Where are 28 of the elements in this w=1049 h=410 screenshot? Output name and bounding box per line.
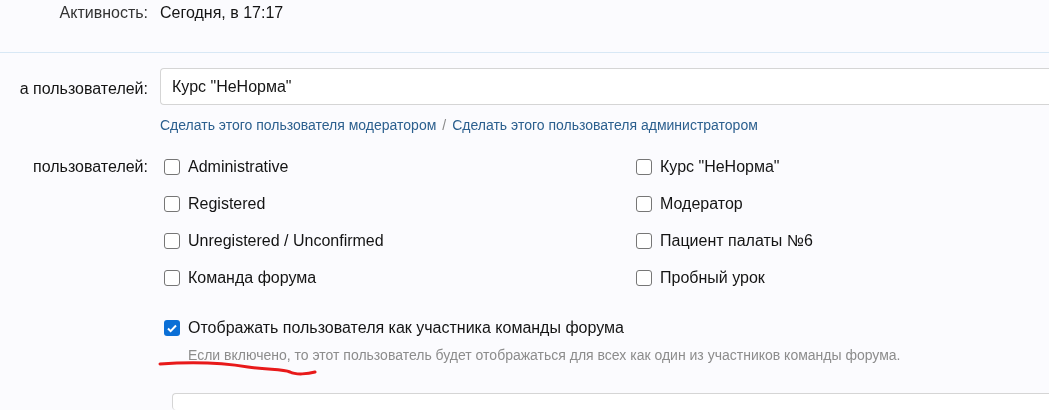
link[interactable]: Сделать этого пользователя модератором [160,115,437,136]
activity-value: Сегодня, в 17:17 [160,4,284,21]
checkbox[interactable] [636,269,652,286]
checkbox-label: Пациент палаты №6 [660,230,813,251]
group-input-field[interactable]: Курс "НеНорма" [160,68,1049,105]
link[interactable]: Сделать этого пользователя администратором [452,115,758,136]
checkbox[interactable] [164,232,180,249]
checkbox-label: Registered [188,193,266,214]
field-label: Активность: [59,3,148,23]
checkbox[interactable] [636,232,652,249]
checkbox[interactable] [636,195,652,212]
checkbox[interactable] [164,158,180,175]
checkbox-label: Модератор [660,193,743,214]
hint-text: Если включено, то этот пользователь будет отображаться для всех как один из участников команды форума. [187,346,902,365]
separator: / [442,116,447,135]
checkbox-label: Курс "НеНорма" [660,156,780,177]
checkbox-label: Administrative [188,156,289,177]
field-label: а пользователей: [19,79,148,99]
checkbox-label: Пробный урок [660,267,765,288]
checkbox[interactable] [164,269,180,286]
checkbox[interactable] [164,195,180,212]
checkbox-label: Unregistered / Unconfirmed [188,230,384,251]
input-field[interactable] [172,393,1049,410]
checkbox-label: Отображать пользователя как участника команды форума [188,318,624,338]
checkbox-label: Команда форума [188,267,317,288]
checkbox[interactable] [164,320,180,336]
field-label: пользователей: [33,157,148,177]
checkbox[interactable] [636,158,652,175]
